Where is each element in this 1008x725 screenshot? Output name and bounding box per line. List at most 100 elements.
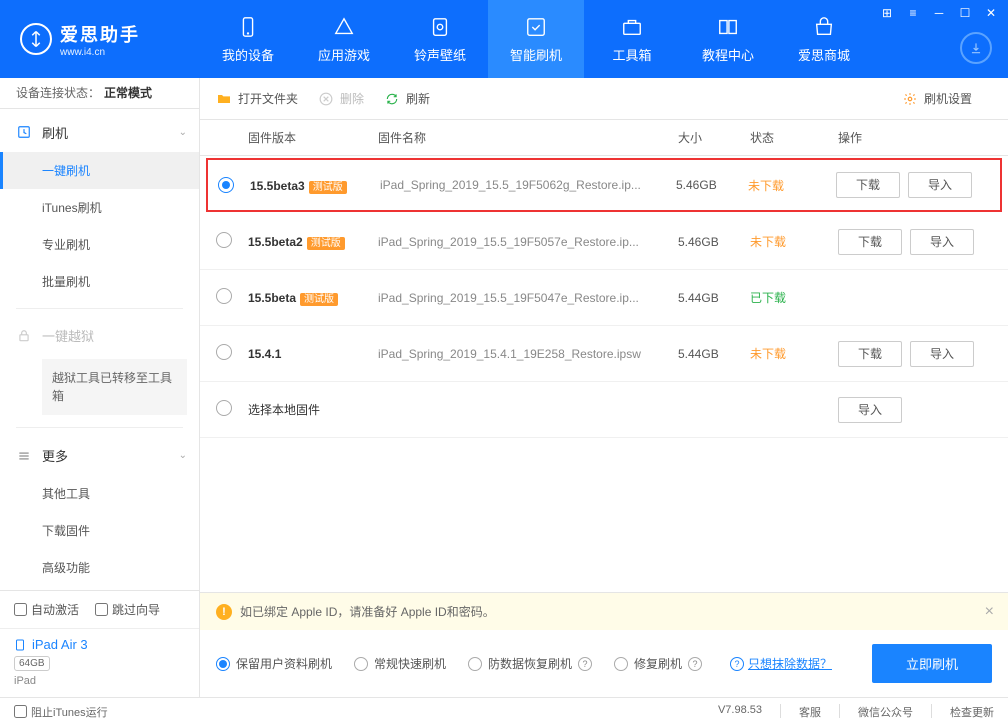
firmware-row[interactable]: 15.5beta2测试版 iPad_Spring_2019_15.5_19F50… [200,214,1008,270]
device-info[interactable]: iPad Air 3 64GB iPad [0,628,199,697]
jailbreak-notice: 越狱工具已转移至工具箱 [42,359,187,415]
radio-icon[interactable] [216,288,232,304]
firmware-version: 15.5beta3测试版 [250,178,380,193]
firmware-version: 15.5beta2测试版 [248,234,378,249]
radio-icon[interactable] [218,177,234,193]
nav-tutorials[interactable]: 教程中心 [680,0,776,78]
sidebar-item-other[interactable]: 其他工具 [0,475,199,512]
sidebar-item-batch[interactable]: 批量刷机 [0,263,199,300]
nav-apps[interactable]: 应用游戏 [296,0,392,78]
firmware-filename: iPad_Spring_2019_15.5_19F5062g_Restore.i… [380,178,676,192]
logo-icon [20,23,52,55]
device-icon [236,15,260,39]
col-name: 固件名称 [378,129,678,146]
sidebar-head-flash[interactable]: 刷机 ⌄ [0,113,199,152]
nav-ringtones[interactable]: 铃声壁纸 [392,0,488,78]
maximize-icon[interactable]: ☐ [956,4,974,22]
download-button[interactable]: 下载 [838,341,902,367]
statusbar: 阻止iTunes运行 V7.98.53 客服 微信公众号 检查更新 [0,697,1008,725]
refresh-button[interactable]: 刷新 [384,90,430,107]
opt-keep-data[interactable]: 保留用户资料刷机 [216,655,332,672]
chevron-down-icon: ⌄ [179,127,187,138]
sidebar-item-pro[interactable]: 专业刷机 [0,226,199,263]
import-button[interactable]: 导入 [838,397,902,423]
notice-bar: ! 如已绑定 Apple ID，请准备好 Apple ID和密码。 × [200,593,1008,630]
firmware-size: 5.46GB [678,235,750,249]
sidebar: 设备连接状态： 正常模式 刷机 ⌄ 一键刷机 iTunes刷机 专业刷机 批量刷… [0,78,200,697]
flash-now-button[interactable]: 立即刷机 [872,644,992,683]
firmware-size: 5.44GB [678,291,750,305]
erase-link[interactable]: 只想抹除数据？ [748,655,832,672]
col-status: 状态 [750,129,838,146]
book-icon [716,15,740,39]
refresh-icon [384,91,400,107]
download-indicator[interactable] [960,32,992,64]
open-folder-button[interactable]: 打开文件夹 [216,90,298,107]
import-button[interactable]: 导入 [910,229,974,255]
download-button[interactable]: 下载 [836,172,900,198]
titlebar: 爱思助手 www.i4.cn 我的设备 应用游戏 铃声壁纸 智能刷机 工具箱 教… [0,0,1008,78]
nav-my-device[interactable]: 我的设备 [200,0,296,78]
flash-settings-button[interactable]: 刷机设置 [902,90,972,107]
firmware-filename: iPad_Spring_2019_15.5_19F5047e_Restore.i… [378,291,678,305]
folder-icon [216,91,232,107]
sidebar-item-advanced[interactable]: 高级功能 [0,549,199,586]
list-icon[interactable]: ≡ [904,4,922,22]
firmware-row[interactable]: 15.4.1 iPad_Spring_2019_15.4.1_19E258_Re… [200,326,1008,382]
close-icon[interactable]: ✕ [982,4,1000,22]
radio-icon[interactable] [216,232,232,248]
table-header: 固件版本 固件名称 大小 状态 操作 [200,120,1008,156]
skip-guide-checkbox[interactable]: 跳过向导 [95,601,160,618]
sidebar-item-oneclick[interactable]: 一键刷机 [0,152,199,189]
toolbox-icon [620,15,644,39]
connection-status: 设备连接状态： 正常模式 [0,78,199,109]
import-button[interactable]: 导入 [910,341,974,367]
radio-icon[interactable] [216,400,232,416]
tablet-icon [14,638,26,652]
minimize-icon[interactable]: ─ [930,4,948,22]
sidebar-item-download[interactable]: 下载固件 [0,512,199,549]
firmware-list: 15.5beta3测试版 iPad_Spring_2019_15.5_19F50… [200,156,1008,438]
gear-icon [902,91,918,107]
sidebar-head-jailbreak: 一键越狱 [0,316,199,355]
opt-repair[interactable]: 修复刷机? [614,655,702,672]
nav-store[interactable]: 爱思商城 [776,0,872,78]
content: 打开文件夹 删除 刷新 刷机设置 固件版本 固件名称 大小 状态 操作 [200,78,1008,697]
toolbar: 打开文件夹 删除 刷新 刷机设置 [200,78,1008,120]
warning-icon: ! [216,604,232,620]
import-button[interactable]: 导入 [908,172,972,198]
status-wechat[interactable]: 微信公众号 [858,704,913,720]
col-version: 固件版本 [248,129,378,146]
opt-normal[interactable]: 常规快速刷机 [354,655,446,672]
firmware-row[interactable]: 选择本地固件 导入 [200,382,1008,438]
block-itunes-checkbox[interactable]: 阻止iTunes运行 [14,704,108,720]
auto-activate-checkbox[interactable]: 自动激活 [14,601,79,618]
firmware-version: 15.4.1 [248,347,378,361]
close-icon[interactable]: × [985,603,994,621]
help-icon[interactable]: ? [688,657,702,671]
opt-anti-recovery[interactable]: 防数据恢复刷机? [468,655,592,672]
menu-icon[interactable]: ⊞ [878,4,896,22]
firmware-row[interactable]: 15.5beta测试版 iPad_Spring_2019_15.5_19F504… [200,270,1008,326]
radio-icon[interactable] [216,344,232,360]
firmware-size: 5.44GB [678,347,750,361]
version-label: V7.98.53 [718,704,762,720]
sidebar-item-itunes[interactable]: iTunes刷机 [0,189,199,226]
firmware-status: 已下载 [750,289,838,306]
status-update[interactable]: 检查更新 [950,704,994,720]
col-ops: 操作 [838,129,992,146]
nav-flash[interactable]: 智能刷机 [488,0,584,78]
firmware-row[interactable]: 15.5beta3测试版 iPad_Spring_2019_15.5_19F50… [206,158,1002,212]
window-controls: ⊞ ≡ ─ ☐ ✕ [878,4,1000,22]
col-size: 大小 [678,129,750,146]
app-url: www.i4.cn [60,47,140,58]
status-support[interactable]: 客服 [799,704,821,720]
help-icon[interactable]: ? [730,657,744,671]
sidebar-head-more[interactable]: 更多 ⌄ [0,436,199,475]
nav-toolbox[interactable]: 工具箱 [584,0,680,78]
help-icon[interactable]: ? [578,657,592,671]
flash-icon [524,15,548,39]
firmware-status: 未下载 [750,345,838,362]
download-button[interactable]: 下载 [838,229,902,255]
chevron-down-icon: ⌄ [179,450,187,461]
